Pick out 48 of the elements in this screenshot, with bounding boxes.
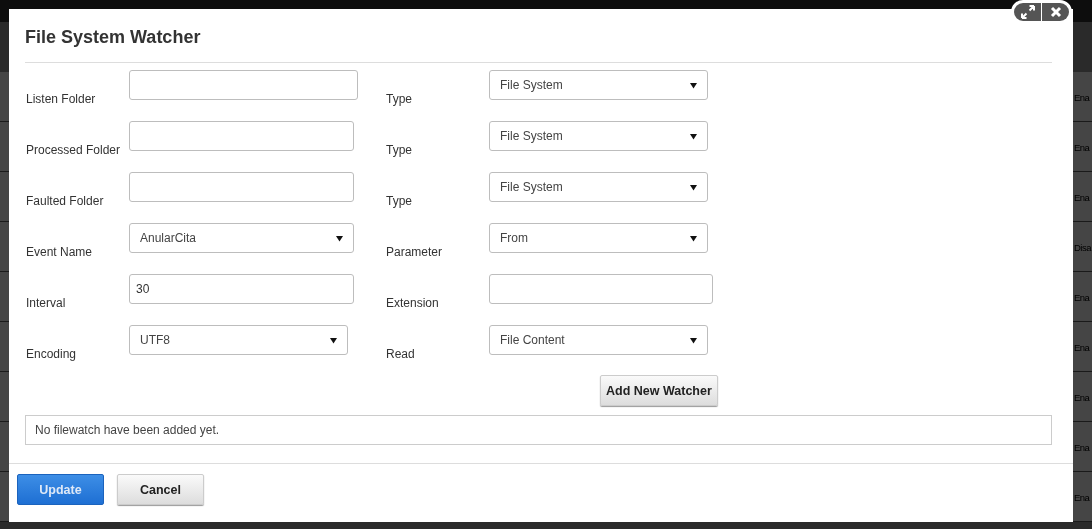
field-label: Processed Folder xyxy=(26,143,122,157)
text-field[interactable] xyxy=(129,70,358,100)
text-field[interactable] xyxy=(489,274,713,304)
caret-icon xyxy=(690,336,697,344)
empty-message: No filewatch have been added yet. xyxy=(35,423,220,437)
caret-icon xyxy=(336,234,343,242)
caret-icon xyxy=(690,183,697,191)
status-text: Ena xyxy=(1074,92,1091,103)
field-label: Parameter xyxy=(386,245,444,259)
status-text: Ena xyxy=(1074,492,1091,503)
field-label: Faulted Folder xyxy=(26,194,105,208)
caret-icon xyxy=(330,336,337,344)
field-label: Encoding xyxy=(26,347,78,361)
field-label: Type xyxy=(386,194,413,208)
status-text: Ena xyxy=(1074,142,1091,153)
add-watcher-button[interactable]: Add New Watcher xyxy=(600,375,718,406)
field-label: Type xyxy=(386,92,413,106)
status-text: Ena xyxy=(1074,392,1091,403)
field-label: Event Name xyxy=(26,245,94,259)
field-label: Extension xyxy=(386,296,440,310)
text-field[interactable]: 30 xyxy=(129,274,354,304)
close-button[interactable] xyxy=(1042,3,1069,21)
field-label: Listen Folder xyxy=(26,92,97,106)
text-field[interactable] xyxy=(129,121,354,151)
caret-icon xyxy=(690,81,697,89)
expand-icon xyxy=(1020,5,1035,19)
dropdown[interactable]: File System xyxy=(489,70,708,100)
status-text: Ena xyxy=(1074,292,1091,303)
maximize-button[interactable] xyxy=(1014,3,1041,21)
dropdown[interactable]: File Content xyxy=(489,325,708,355)
field-label: Interval xyxy=(26,296,67,310)
dropdown[interactable]: AnularCita xyxy=(129,223,354,253)
text-field[interactable] xyxy=(129,172,354,202)
status-text: Disa xyxy=(1074,242,1092,253)
field-label: Read xyxy=(386,347,416,361)
dropdown[interactable]: File System xyxy=(489,121,708,151)
field-label: Type xyxy=(386,143,413,157)
status-text: Ena xyxy=(1074,192,1091,203)
cancel-button[interactable]: Cancel xyxy=(117,474,204,505)
status-text: Ena xyxy=(1074,442,1091,453)
status-text: Ena xyxy=(1074,342,1091,353)
close-icon xyxy=(1049,6,1062,18)
dropdown[interactable]: From xyxy=(489,223,708,253)
dialog-title: File System Watcher xyxy=(25,26,202,49)
dropdown[interactable]: File System xyxy=(489,172,708,202)
dropdown[interactable]: UTF8 xyxy=(129,325,348,355)
caret-icon xyxy=(690,234,697,242)
caret-icon xyxy=(690,132,697,140)
